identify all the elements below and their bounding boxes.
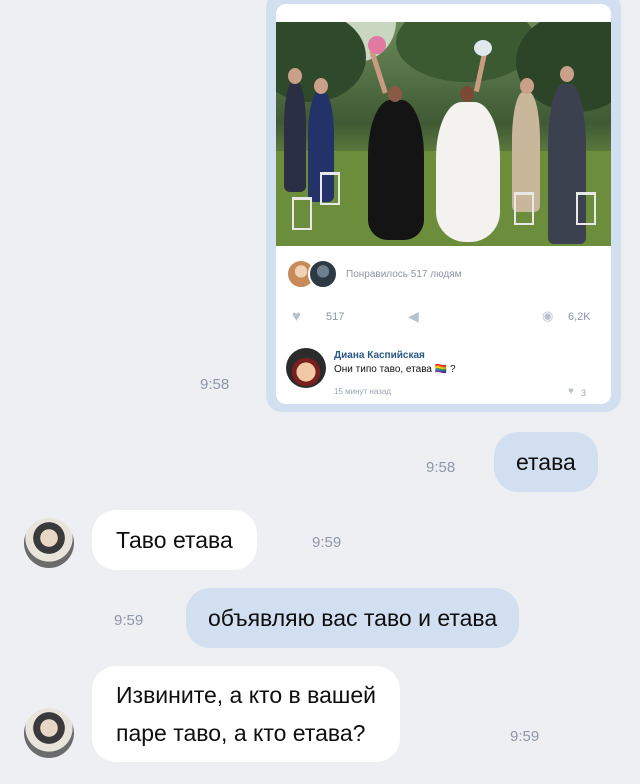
megaphone-icon[interactable]: ◀ [408, 308, 419, 325]
heart-icon[interactable]: ♥ [292, 308, 301, 325]
outgoing-message-bubble[interactable]: объявляю вас таво и етава [186, 588, 520, 648]
post-likes-count: 517 [326, 311, 345, 323]
message-text: объявляю вас таво и етава [208, 605, 498, 631]
heart-icon[interactable]: ♥ [568, 386, 574, 397]
message-text-line: Извините, а кто в вашей [116, 682, 376, 708]
comment-author-avatar[interactable] [286, 348, 326, 388]
message-text: Таво етава [116, 527, 233, 553]
message-time: 9:58 [426, 459, 456, 476]
rainbow-flag-emoji: 🏳️‍🌈 [434, 364, 448, 375]
comment-text-body: Они типо таво, етава [334, 364, 432, 375]
post-views-count: 6,2K [568, 311, 591, 323]
eye-icon: ◉ [542, 308, 554, 323]
message-text-line: паре таво, а кто етава? [116, 720, 366, 746]
liked-by-row[interactable]: Понравилось 517 людям [286, 259, 462, 289]
comment-text: Они типо таво, етава 🏳️‍🌈 ? [334, 364, 456, 375]
post-photo[interactable] [276, 22, 611, 246]
comment-time: 15 минут назад [334, 387, 391, 396]
liker-avatar [308, 259, 338, 289]
comment-likes-count: 3 [581, 388, 587, 398]
incoming-message-bubble[interactable]: Таво етава [92, 510, 257, 570]
incoming-message-bubble[interactable]: Извините, а кто в вашей паре таво, а кто… [92, 666, 400, 762]
message-time: 9:59 [312, 534, 342, 551]
forwarded-post-card[interactable]: Понравилось 517 людям ♥ 517 ◀ ◉ 6,2K Диа… [276, 4, 611, 404]
comment-question-mark: ? [449, 364, 456, 375]
comment-author-name[interactable]: Диана Каспийская [334, 350, 425, 361]
liked-by-text: Понравилось 517 людям [346, 268, 462, 280]
contact-avatar[interactable] [24, 708, 74, 758]
outgoing-message-bubble[interactable]: етава [494, 432, 598, 492]
message-time: 9:58 [200, 376, 230, 393]
contact-avatar[interactable] [24, 518, 74, 568]
message-time: 9:59 [114, 612, 144, 629]
message-time: 9:59 [510, 728, 540, 745]
message-text: етава [516, 449, 576, 475]
post-stats-row: ♥ 517 ◀ ◉ 6,2K [292, 308, 602, 328]
